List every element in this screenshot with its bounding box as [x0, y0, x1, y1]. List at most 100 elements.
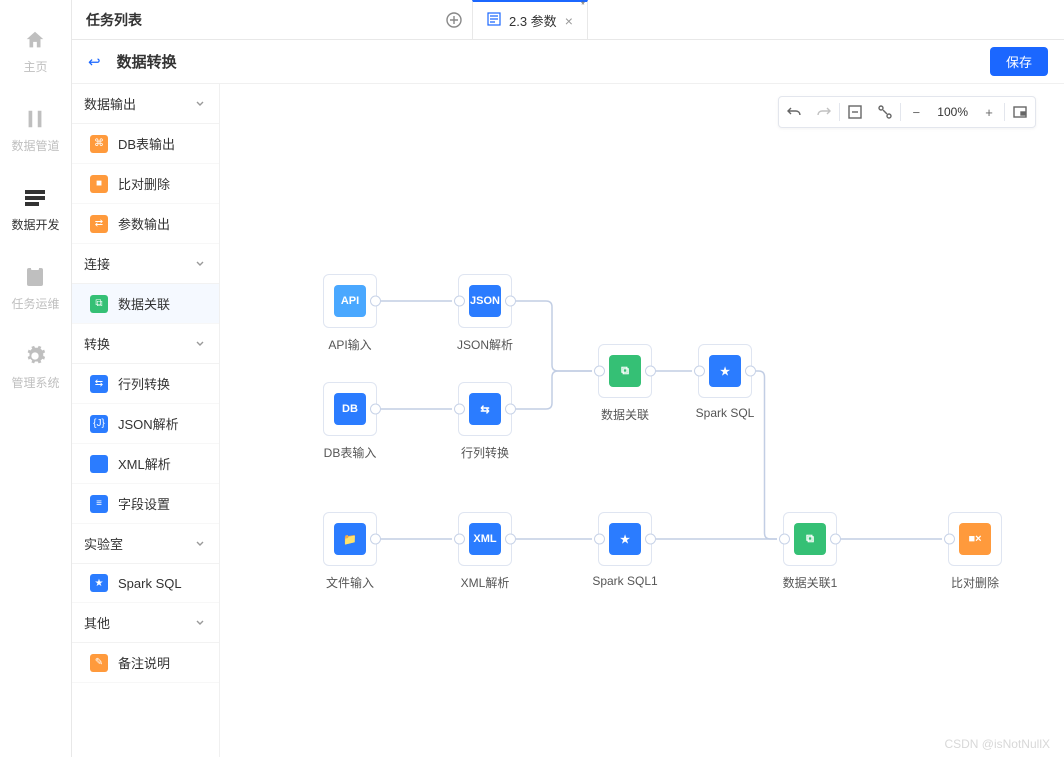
node-icon: ★ [709, 355, 741, 387]
node-box[interactable]: 📁 [323, 512, 377, 566]
sidebar-item[interactable]: ≡ 字段设置 [72, 484, 219, 524]
node-box[interactable]: ★ [698, 344, 752, 398]
component-label: 参数输出 [118, 214, 170, 233]
component-label: JSON解析 [118, 414, 179, 433]
nav-system[interactable]: 管理系统 [11, 344, 59, 391]
flow-node[interactable]: ⧉数据关联1 [780, 512, 840, 591]
sidebar-item[interactable]: {J} JSON解析 [72, 404, 219, 444]
undo-icon[interactable] [779, 97, 809, 127]
node-label: JSON解析 [457, 336, 513, 353]
close-icon[interactable]: × [565, 13, 573, 29]
component-icon: {J} [90, 415, 108, 433]
flow-node[interactable]: ★Spark SQL [695, 344, 755, 420]
sidebar-item[interactable]: ⇆行列转换 [72, 364, 219, 404]
header-row: 任务列表 2.3 参数 × * [72, 0, 1064, 40]
task-list-header: 任务列表 [72, 0, 472, 39]
node-label: 文件输入 [326, 574, 374, 591]
sidebar-item[interactable]: ⌘DB表输出 [72, 124, 219, 164]
sidebar-item[interactable]: ⧉ 数据关联 [72, 284, 219, 324]
component-icon: ★ [90, 574, 108, 592]
component-icon: ⇄ [90, 215, 108, 233]
group-title: 转换 [84, 334, 110, 353]
sidebar-item[interactable]: ★ Spark SQL [72, 564, 219, 603]
node-box[interactable]: ★ [598, 512, 652, 566]
component-label: Spark SQL [118, 576, 182, 591]
sidebar-group-header[interactable]: 数据输出 [72, 84, 219, 124]
add-task-icon[interactable] [446, 12, 462, 28]
nav-pipeline[interactable]: 数据管道 [11, 107, 59, 154]
zoom-out-icon[interactable]: − [901, 97, 931, 127]
node-box[interactable]: ⧉ [598, 344, 652, 398]
flow-node[interactable]: DBDB表输入 [320, 382, 380, 461]
layout-icon[interactable] [870, 97, 900, 127]
sidebar-group-header[interactable]: 其他 [72, 603, 219, 643]
tab-params[interactable]: 2.3 参数 × * [472, 0, 588, 39]
node-icon: ⧉ [794, 523, 826, 555]
component-label: 行列转换 [118, 374, 170, 393]
node-label: 数据关联 [601, 406, 649, 423]
node-icon: JSON [469, 285, 501, 317]
node-label: 行列转换 [461, 444, 509, 461]
component-icon: ✎ [90, 654, 108, 672]
component-icon: ≡ [90, 495, 108, 513]
zoom-level: 100% [931, 105, 974, 119]
node-box[interactable]: XML [458, 512, 512, 566]
node-box[interactable]: API [323, 274, 377, 328]
node-box[interactable]: DB [323, 382, 377, 436]
gear-icon [23, 344, 47, 368]
develop-icon [23, 186, 47, 210]
zoom-in-icon[interactable]: + [974, 97, 1004, 127]
node-label: 比对删除 [951, 574, 999, 591]
group-title: 数据输出 [84, 94, 136, 113]
node-label: Spark SQL1 [592, 574, 657, 588]
back-arrow-icon[interactable]: ↩ [88, 53, 101, 71]
nav-ops[interactable]: 任务运维 [11, 265, 59, 312]
minimap-icon[interactable] [1005, 97, 1035, 127]
flow-node[interactable]: APIAPI输入 [320, 274, 380, 353]
redo-icon[interactable] [809, 97, 839, 127]
node-box[interactable]: JSON [458, 274, 512, 328]
flow-node[interactable]: XML XML解析 [455, 512, 515, 591]
chevron-down-icon [195, 615, 205, 630]
flow-node[interactable]: ■× 比对删除 [945, 512, 1005, 591]
node-label: XML解析 [461, 574, 510, 591]
component-icon: ⧉ [90, 295, 108, 313]
sidebar-group-header[interactable]: 实验室 [72, 524, 219, 564]
nav-home[interactable]: 主页 [23, 28, 47, 75]
sub-header: ↩ 数据转换 保存 [72, 40, 1064, 84]
node-icon: XML [469, 523, 501, 555]
flow-node[interactable]: JSON JSON解析 [455, 274, 515, 353]
sidebar-item[interactable]: XML解析 [72, 444, 219, 484]
node-icon: DB [334, 393, 366, 425]
component-label: 数据关联 [118, 294, 170, 313]
nav-develop[interactable]: 数据开发 [11, 186, 59, 233]
node-icon: API [334, 285, 366, 317]
node-box[interactable]: ■× [948, 512, 1002, 566]
component-label: 比对删除 [118, 174, 170, 193]
nav-label: 任务运维 [11, 295, 59, 312]
sidebar-item[interactable]: ⇄ 参数输出 [72, 204, 219, 244]
page-title: 数据转换 [117, 51, 177, 72]
component-label: 字段设置 [118, 494, 170, 513]
nav-label: 数据管道 [11, 137, 59, 154]
nav-rail: 主页 数据管道 数据开发 任务运维 管理系统 [0, 0, 72, 757]
chevron-down-icon [195, 336, 205, 351]
node-box[interactable]: ⇆ [458, 382, 512, 436]
flow-canvas[interactable]: APIAPI输入JSONJSON解析DBDB表输入⇆行列转换⧉数据关联★Spar… [220, 84, 1064, 757]
sidebar-group-header[interactable]: 连接 [72, 244, 219, 284]
flow-node[interactable]: ⧉ 数据关联 [595, 344, 655, 423]
chevron-down-icon [195, 536, 205, 551]
fit-icon[interactable] [840, 97, 870, 127]
flow-node[interactable]: ⇆ 行列转换 [455, 382, 515, 461]
flow-node[interactable]: 📁 文件输入 [320, 512, 380, 591]
node-icon: ⇆ [469, 393, 501, 425]
sidebar-group-header[interactable]: 转换 [72, 324, 219, 364]
node-icon: ■× [959, 523, 991, 555]
home-icon [23, 28, 47, 52]
flow-node[interactable]: ★ Spark SQL1 [595, 512, 655, 588]
sidebar-item[interactable]: ■比对删除 [72, 164, 219, 204]
sidebar-item[interactable]: ✎备注说明 [72, 643, 219, 683]
task-list-title: 任务列表 [86, 10, 142, 30]
save-button[interactable]: 保存 [990, 47, 1048, 76]
node-box[interactable]: ⧉ [783, 512, 837, 566]
